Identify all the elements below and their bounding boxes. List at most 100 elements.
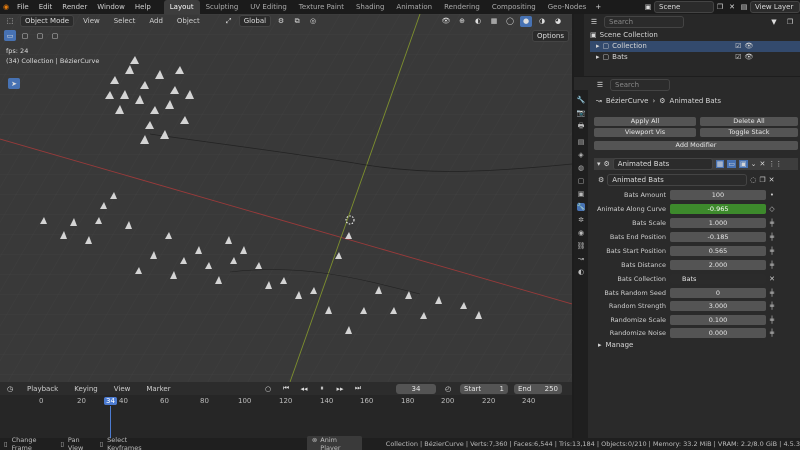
field-value[interactable]: 0 — [670, 287, 766, 298]
tab-shading[interactable]: Shading — [350, 0, 390, 14]
options-button[interactable]: Options — [532, 30, 570, 42]
add-modifier-button[interactable]: Add Modifier — [594, 141, 798, 150]
proportional-edit-icon[interactable]: ◎ — [307, 16, 319, 27]
data-tab-icon[interactable]: ↝ — [578, 255, 584, 263]
field-value[interactable]: 0.000 — [670, 327, 766, 338]
blender-logo-icon[interactable]: ◉ — [0, 2, 12, 13]
copy-scene-icon[interactable]: ❐ — [714, 2, 726, 13]
toggle-stack-button[interactable]: Toggle Stack — [700, 128, 798, 137]
outliner-scene-collection[interactable]: ▣ Scene Collection — [590, 30, 800, 41]
mode-selector[interactable]: Object Mode — [20, 15, 75, 27]
tab-sculpting[interactable]: Sculpting — [200, 0, 245, 14]
tab-layout[interactable]: Layout — [163, 0, 200, 14]
field-value[interactable]: 0.565 — [670, 245, 766, 256]
delete-all-button[interactable]: Delete All — [700, 117, 798, 126]
jump-end-icon[interactable]: ⏭ — [352, 383, 364, 394]
new-collection-icon[interactable]: ❐ — [784, 17, 796, 28]
viewport-menu-view[interactable]: View — [78, 14, 105, 28]
menu-edit[interactable]: Edit — [34, 0, 58, 14]
manage-panel[interactable]: ▸ Manage — [598, 341, 633, 349]
field-value[interactable]: -0.965 — [670, 203, 766, 214]
field-value[interactable]: 1.000 — [670, 217, 766, 228]
pause-icon[interactable]: ⏸ — [316, 383, 328, 394]
scene-tab-icon[interactable]: ◈ — [578, 151, 583, 159]
node-socket-icon[interactable]: ╪ — [766, 261, 778, 269]
tab-animation[interactable]: Animation — [390, 0, 438, 14]
field-value[interactable]: 2.000 — [670, 259, 766, 270]
overlay-icon[interactable]: ◐ — [472, 16, 484, 27]
outliner-item-collection[interactable]: ▸ ▢ Collection ☑ 👁 — [590, 41, 800, 52]
render-tab-icon[interactable]: 📷 — [577, 109, 586, 117]
end-frame-field[interactable]: End 250 — [514, 383, 562, 394]
field-value[interactable]: -0.185 — [670, 231, 766, 242]
node-group-field[interactable]: Animated Bats — [607, 174, 748, 186]
filter-icon[interactable]: ▼ — [768, 17, 780, 28]
node-socket-icon[interactable]: ╪ — [766, 289, 778, 297]
outliner-item-bats[interactable]: ▸ ▢ Bats ☑ 👁 — [590, 52, 800, 63]
tab-uv-editing[interactable]: UV Editing — [244, 0, 293, 14]
start-frame-field[interactable]: Start 1 — [460, 383, 508, 394]
menu-help[interactable]: Help — [130, 0, 156, 14]
anim-player-button[interactable]: ⊗ Anim Player — [306, 436, 362, 450]
viewport-menu-select[interactable]: Select — [109, 14, 141, 28]
node-socket-icon[interactable]: ╪ — [766, 219, 778, 227]
constraints-tab-icon[interactable]: ⛓ — [577, 242, 586, 250]
expand-icon[interactable]: ▸ — [596, 41, 600, 52]
unlink-icon[interactable]: ✕ — [769, 176, 775, 184]
render-icon[interactable]: ▣ — [739, 160, 748, 168]
viewport-vis-button[interactable]: Viewport Vis — [594, 128, 696, 137]
tab-texture-paint[interactable]: Texture Paint — [293, 0, 350, 14]
timeline-menu-marker[interactable]: Marker — [141, 382, 175, 396]
snap-icon[interactable]: ⧉ — [291, 16, 303, 27]
checkbox-icon[interactable]: ☑ — [735, 52, 741, 63]
prev-key-icon[interactable]: ◂◂ — [298, 383, 310, 394]
select-tool-icon[interactable]: ➤ — [8, 78, 20, 89]
viewport-menu-object[interactable]: Object — [172, 14, 205, 28]
modifier-tab-icon[interactable]: 🔧 — [576, 203, 586, 211]
field-value[interactable]: 0.100 — [670, 314, 766, 325]
drag-handle-icon[interactable]: ⋮⋮ — [768, 160, 782, 168]
tool-tab-icon[interactable]: 🔧 — [577, 96, 586, 104]
menu-file[interactable]: File — [12, 0, 34, 14]
dot-icon[interactable]: • — [766, 191, 778, 199]
timeline-menu-playback[interactable]: Playback — [22, 382, 63, 396]
menu-window[interactable]: Window — [92, 0, 130, 14]
shading-material-icon[interactable]: ◑ — [536, 16, 548, 27]
pivot-icon[interactable]: ⚙ — [275, 16, 287, 27]
xray-icon[interactable]: ▦ — [488, 16, 500, 27]
dropdown-icon[interactable]: ⌄ — [751, 160, 757, 168]
output-tab-icon[interactable]: 🖶 — [578, 122, 585, 133]
node-socket-icon[interactable]: ╪ — [766, 233, 778, 241]
select-mode-new-icon[interactable]: ▢ — [19, 30, 31, 41]
playhead-line[interactable] — [110, 406, 111, 438]
node-socket-icon[interactable]: ╪ — [766, 329, 778, 337]
object-tab-icon[interactable]: ▣ — [578, 190, 585, 198]
timeline-ruler[interactable]: 0 20 34 40 60 80 100 120 140 160 180 200… — [0, 397, 572, 407]
world-tab-icon[interactable]: ◍ — [578, 164, 584, 172]
editor-type-icon[interactable]: ⬚ — [4, 16, 16, 27]
modifier-panel-header[interactable]: ▾ ⚙ Animated Bats ▦ ▭ ▣ ⌄ ✕ ⋮⋮ — [594, 158, 798, 170]
realtime-icon[interactable]: ▭ — [727, 160, 737, 168]
shading-rendered-icon[interactable]: ◕ — [552, 16, 564, 27]
properties-search[interactable]: Search — [610, 79, 670, 91]
tab-rendering[interactable]: Rendering — [438, 0, 486, 14]
duplicate-icon[interactable]: ❐ — [759, 176, 765, 184]
orientation-selector[interactable]: Global — [238, 15, 272, 27]
expand-icon[interactable]: ▸ — [596, 52, 600, 63]
clear-icon[interactable]: ✕ — [766, 275, 778, 283]
playhead-frame[interactable]: 34 — [104, 397, 117, 405]
record-icon[interactable]: ○ — [262, 383, 274, 394]
collapse-icon[interactable]: ▾ — [597, 160, 601, 168]
next-key-icon[interactable]: ▸▸ — [334, 383, 346, 394]
edit-mode-icon[interactable]: ▦ — [715, 160, 725, 168]
keyframe-icon[interactable]: ◇ — [766, 205, 778, 213]
view-layer-selector[interactable]: View Layer — [750, 1, 800, 13]
fake-user-icon[interactable]: ◌ — [750, 176, 756, 184]
3d-viewport[interactable] — [0, 14, 572, 382]
timeline-menu-keying[interactable]: Keying — [69, 382, 103, 396]
shading-wireframe-icon[interactable]: ◯ — [504, 16, 516, 27]
material-tab-icon[interactable]: ◐ — [578, 268, 584, 276]
viewport-menu-add[interactable]: Add — [144, 14, 168, 28]
outliner-editor-icon[interactable]: ☰ — [588, 17, 600, 28]
timeline-editor-icon[interactable]: ◷ — [4, 383, 16, 394]
